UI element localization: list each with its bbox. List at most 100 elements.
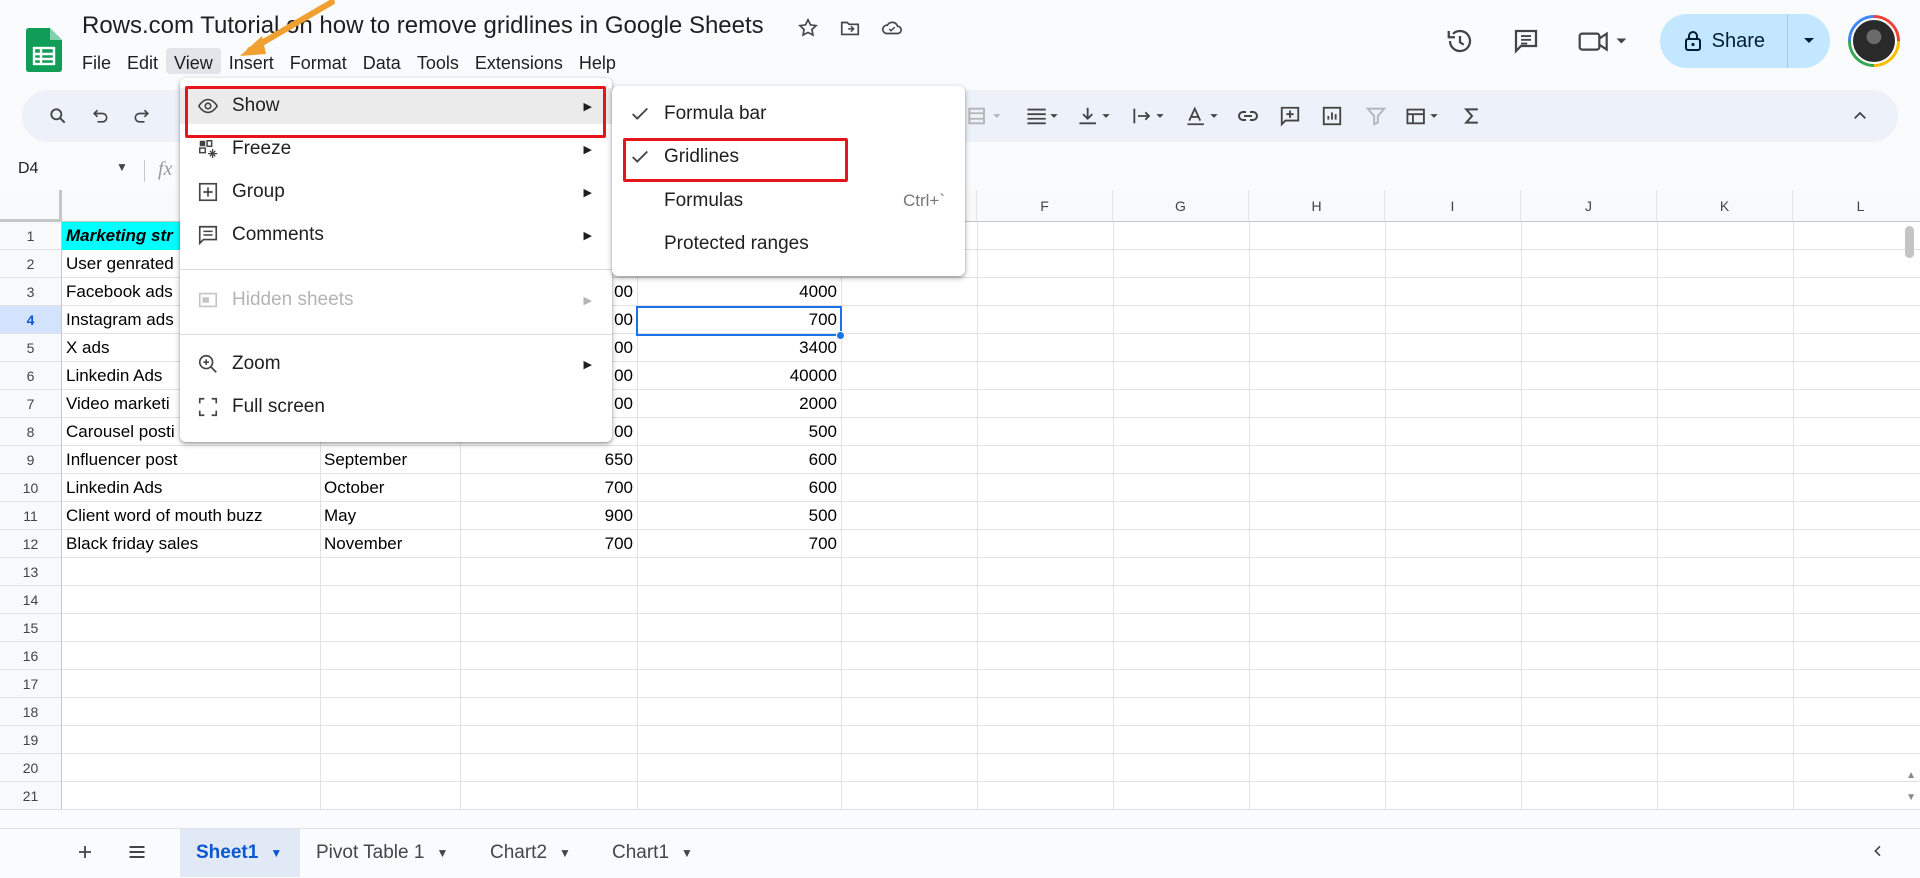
functions-icon[interactable] [1458,102,1486,130]
row-header[interactable]: 1 [0,222,62,250]
share-dropdown-button[interactable] [1788,14,1830,68]
row-header[interactable]: 5 [0,334,62,362]
meet-icon[interactable] [1572,21,1634,61]
cell-d12[interactable]: 700 [637,530,841,558]
text-wrapping-icon[interactable] [1128,102,1170,130]
view-menu-item-comments[interactable]: Comments ▶ [180,217,612,253]
menu-view[interactable]: View [166,48,221,74]
filter-icon[interactable] [1362,102,1390,130]
cell-c12[interactable]: 700 [460,530,637,558]
row-header[interactable]: 18 [0,698,62,726]
undo-icon[interactable] [86,102,114,130]
sheet-tab-sheet1[interactable]: Sheet1 ▼ [180,829,300,877]
cell-c9[interactable]: 650 [460,446,637,474]
column-header-l[interactable]: L [1793,190,1920,222]
name-box-dropdown-icon[interactable]: ▼ [116,160,128,174]
merge-cells-icon[interactable] [962,102,1006,130]
vertical-scrollbar[interactable] [1905,226,1914,258]
cell-a11[interactable]: Client word of mouth buzz [62,502,320,530]
cell-d8[interactable]: 500 [637,418,841,446]
insert-comment-icon[interactable] [1276,102,1304,130]
comments-icon[interactable] [1506,21,1546,61]
cell-d9[interactable]: 600 [637,446,841,474]
redo-icon[interactable] [128,102,156,130]
cell-d5[interactable]: 3400 [637,334,841,362]
menu-help[interactable]: Help [571,48,624,74]
menu-tools[interactable]: Tools [409,48,467,74]
selected-cell-d4[interactable] [636,306,842,336]
insert-link-icon[interactable] [1234,102,1262,130]
view-menu-item-full-screen[interactable]: Full screen [180,389,612,425]
scroll-up-icon[interactable]: ▲ [1906,770,1916,781]
document-title[interactable]: Rows.com Tutorial on how to remove gridl… [82,12,764,40]
row-header[interactable]: 9 [0,446,62,474]
show-submenu-item-protected-ranges[interactable]: Protected ranges [612,226,965,262]
row-header[interactable]: 10 [0,474,62,502]
sheets-logo-icon[interactable] [26,28,62,72]
cell-b9[interactable]: September [320,446,460,474]
name-box[interactable]: D4 [18,160,126,182]
row-header[interactable]: 19 [0,726,62,754]
select-all-corner[interactable] [0,190,62,222]
cell-a12[interactable]: Black friday sales [62,530,320,558]
filter-views-icon[interactable] [1402,102,1444,130]
menu-file[interactable]: File [74,48,119,74]
row-header[interactable]: 17 [0,670,62,698]
cell-b11[interactable]: May [320,502,460,530]
row-header[interactable]: 20 [0,754,62,782]
move-folder-icon[interactable] [838,16,862,40]
collapse-toolbar-icon[interactable] [1846,102,1874,130]
cell-d10[interactable]: 600 [637,474,841,502]
row-header[interactable]: 16 [0,642,62,670]
row-header[interactable]: 7 [0,390,62,418]
chevron-down-icon[interactable]: ▼ [559,846,571,860]
row-header[interactable]: 12 [0,530,62,558]
cell-d6[interactable]: 40000 [637,362,841,390]
column-header-f[interactable]: F [977,190,1113,222]
row-header[interactable]: 3 [0,278,62,306]
row-header[interactable]: 21 [0,782,62,810]
star-icon[interactable] [796,16,820,40]
avatar[interactable] [1848,15,1900,67]
show-submenu-item-formula-bar[interactable]: Formula bar [612,96,965,132]
insert-chart-icon[interactable] [1318,102,1346,130]
add-sheet-icon[interactable] [72,839,98,865]
column-header-g[interactable]: G [1113,190,1249,222]
cell-b12[interactable]: November [320,530,460,558]
cell-c11[interactable]: 900 [460,502,637,530]
horizontal-align-icon[interactable] [1022,102,1064,130]
chevron-down-icon[interactable]: ▼ [270,846,282,860]
fill-handle[interactable] [836,331,845,340]
cell-c10[interactable]: 700 [460,474,637,502]
row-header[interactable]: 15 [0,614,62,642]
cloud-saved-icon[interactable] [880,16,904,40]
text-rotation-icon[interactable] [1182,102,1224,130]
search-menus-icon[interactable] [44,102,72,130]
cell-b10[interactable]: October [320,474,460,502]
row-header[interactable]: 14 [0,586,62,614]
row-header[interactable]: 2 [0,250,62,278]
row-header[interactable]: 8 [0,418,62,446]
cell-d11[interactable]: 500 [637,502,841,530]
row-header[interactable]: 4 [0,306,62,334]
version-history-icon[interactable] [1440,21,1480,61]
chevron-down-icon[interactable]: ▼ [436,846,448,860]
cell-d7[interactable]: 2000 [637,390,841,418]
menu-extensions[interactable]: Extensions [467,48,571,74]
column-header-k[interactable]: K [1657,190,1793,222]
cell-d3[interactable]: 4000 [637,278,841,306]
view-menu-item-hidden-sheets[interactable]: Hidden sheets ▶ [180,282,612,318]
column-header-i[interactable]: I [1385,190,1521,222]
cell-a10[interactable]: Linkedin Ads [62,474,320,502]
sheet-tab-pivot-table-1[interactable]: Pivot Table 1 ▼ [300,829,476,877]
vertical-align-icon[interactable] [1074,102,1116,130]
sheet-tab-chart2[interactable]: Chart2 ▼ [474,829,596,877]
view-menu-item-zoom[interactable]: Zoom ▶ [180,346,612,382]
menu-edit[interactable]: Edit [119,48,166,74]
share-button[interactable]: Share [1660,14,1788,68]
column-header-h[interactable]: H [1249,190,1385,222]
chevron-down-icon[interactable]: ▼ [681,846,693,860]
show-submenu-item-formulas[interactable]: Formulas Ctrl+` [612,183,965,219]
collapse-sidepanel-icon[interactable] [1870,843,1890,863]
menu-data[interactable]: Data [355,48,409,74]
